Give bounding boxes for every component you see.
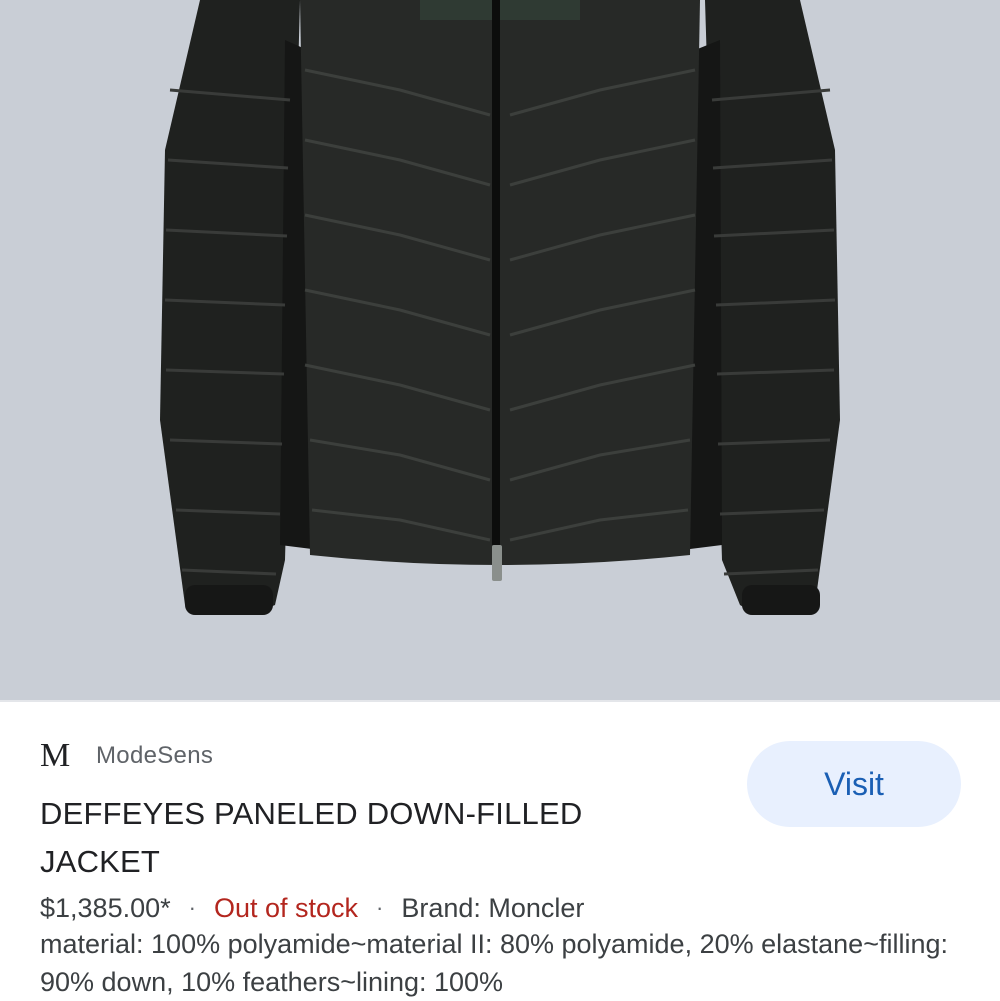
product-description: material: 100% polyamide~material II: 80… xyxy=(40,929,948,997)
divider xyxy=(0,700,1000,702)
visit-button[interactable]: Visit xyxy=(747,741,961,827)
source-name: ModeSens xyxy=(96,742,214,769)
left-cuff xyxy=(185,585,273,615)
price: $1,385.00* xyxy=(40,892,171,923)
product-meta-row: $1,385.00* · Out of stock · Brand: Moncl… xyxy=(40,888,584,928)
brand: Brand: Moncler xyxy=(401,892,585,923)
product-image[interactable] xyxy=(0,0,1000,700)
source-row[interactable]: M ModeSens xyxy=(40,736,213,776)
zipper-pull xyxy=(492,545,502,581)
right-cuff xyxy=(742,585,820,615)
stock-status: Out of stock xyxy=(213,892,359,923)
modesens-logo-icon: M xyxy=(40,737,71,774)
separator-dot: · xyxy=(376,895,384,920)
separator-dot: · xyxy=(188,895,196,920)
jacket-illustration xyxy=(160,0,840,615)
product-title[interactable]: DEFFEYES PANELED DOWN-FILLED JACKET xyxy=(40,790,680,886)
